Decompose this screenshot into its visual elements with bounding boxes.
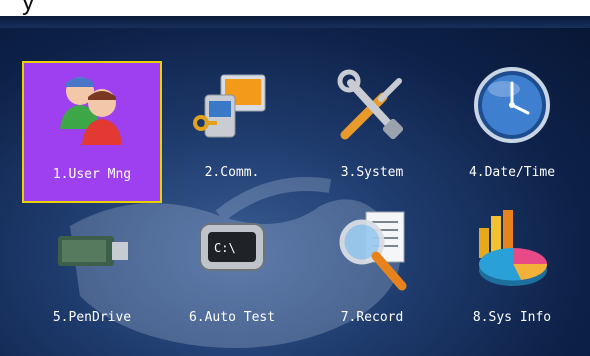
menu-item-label: 6.Auto Test: [188, 310, 276, 325]
menu-item-label: 3.System: [340, 165, 404, 180]
auto-test-icon: C:\: [199, 223, 265, 271]
pie-chart-icon: [478, 210, 548, 286]
menu-item-user-mng[interactable]: 1.User Mng: [22, 61, 162, 203]
magnifier-record-icon: [339, 211, 407, 291]
menu-item-system[interactable]: 3.System: [302, 61, 442, 203]
menu-item-label: 1.User Mng: [52, 167, 132, 182]
usb-drive-icon: [58, 236, 128, 266]
clock-icon: [474, 67, 550, 143]
menu-item-date-time[interactable]: 4.Date/Time: [442, 61, 582, 203]
communication-icon: [193, 74, 266, 138]
top-caption-strip: y: [0, 0, 590, 16]
device-screen: 1.User Mng 2.Comm. 3.System 4.Date/Time …: [0, 16, 590, 356]
menu-item-auto-test[interactable]: C:\ 6.Auto Test: [162, 206, 302, 348]
tools-icon: [337, 69, 404, 140]
menu-item-comm[interactable]: 2.Comm.: [162, 61, 302, 203]
menu-item-pendrive[interactable]: 5.PenDrive: [22, 206, 162, 348]
svg-text:C:\: C:\: [214, 241, 236, 255]
menu-item-label: 7.Record: [340, 310, 404, 325]
caption-text: y: [22, 0, 35, 16]
menu-item-record[interactable]: 7.Record: [302, 206, 442, 348]
menu-item-label: 4.Date/Time: [468, 165, 556, 180]
menu-item-label: 2.Comm.: [204, 165, 260, 180]
screen-top-band: [0, 16, 590, 28]
menu-item-sys-info[interactable]: 8.Sys Info: [442, 206, 582, 348]
menu-item-label: 8.Sys Info: [472, 310, 552, 325]
menu-item-label: 5.PenDrive: [52, 310, 132, 325]
users-icon: [60, 77, 122, 145]
